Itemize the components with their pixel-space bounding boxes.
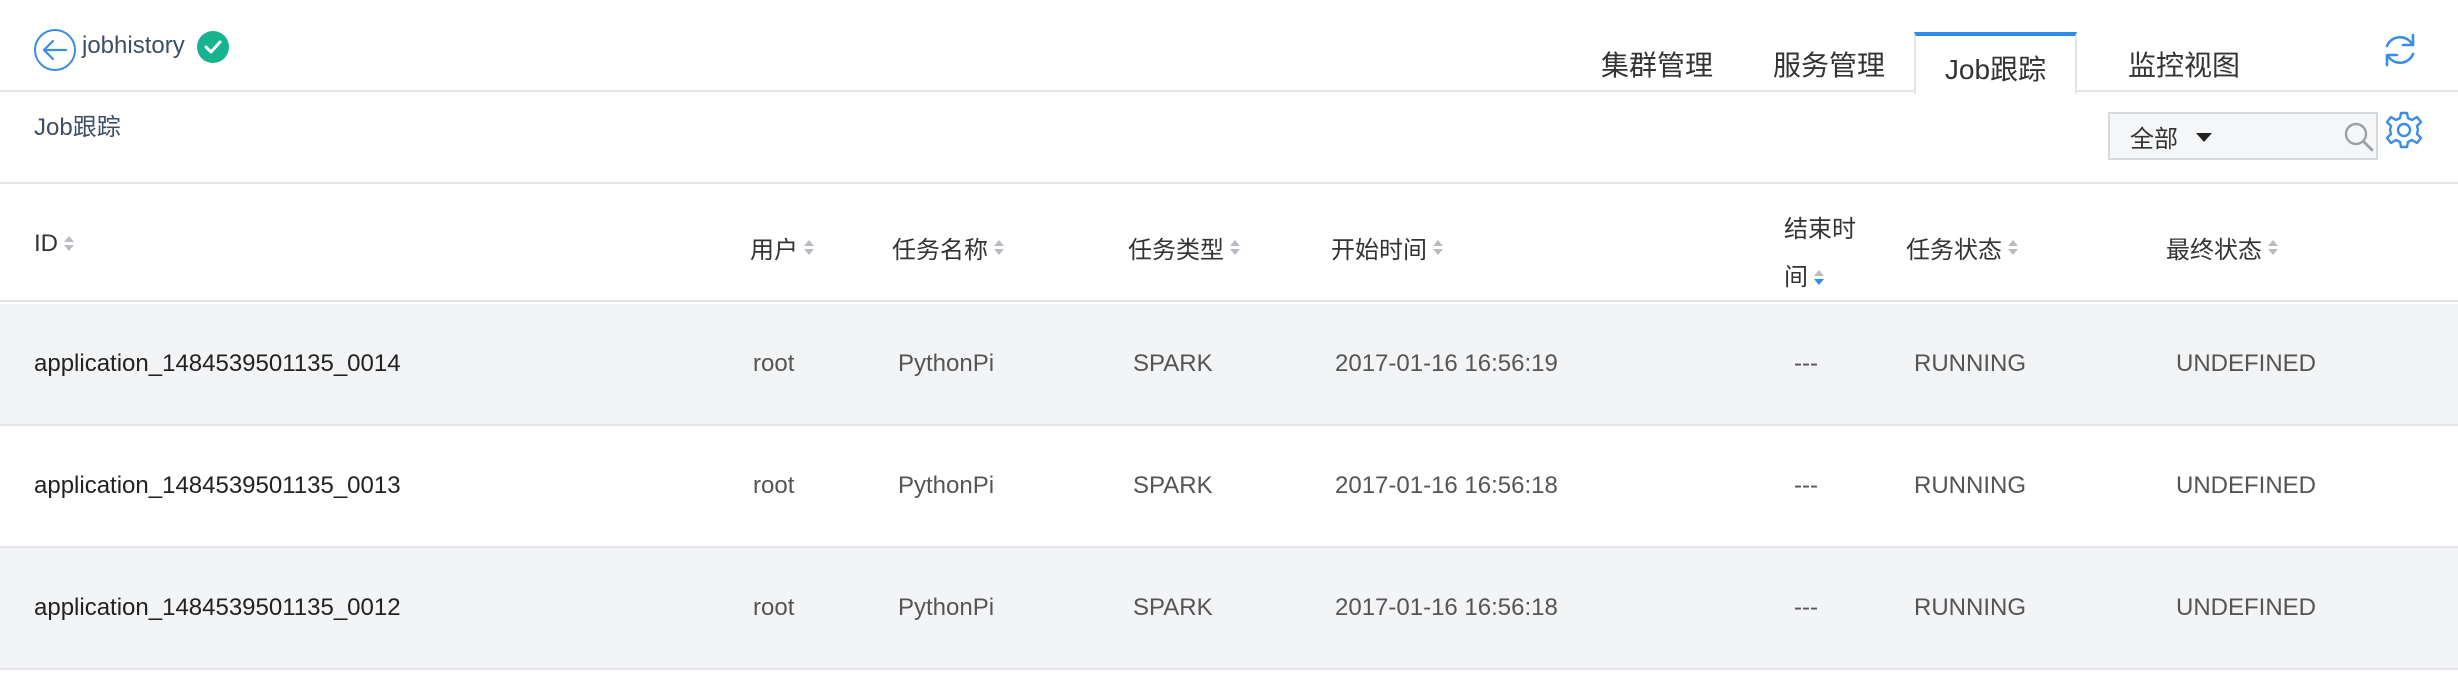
gear-icon[interactable] bbox=[2384, 110, 2424, 150]
column-label: 开始时间 bbox=[1331, 237, 1427, 264]
column-label: 任务类型 bbox=[1128, 237, 1224, 264]
table-row[interactable]: application_1484539501135_0012 root Pyth… bbox=[0, 548, 2458, 670]
cell-task-type: SPARK bbox=[1133, 472, 1213, 499]
cell-task-name: PythonPi bbox=[898, 350, 995, 377]
cell-final-status: UNDEFINED bbox=[2176, 350, 2317, 377]
tab-job-tracking[interactable]: Job跟踪 bbox=[1914, 32, 2077, 94]
sort-icon bbox=[1230, 239, 1240, 256]
cell-final-status: UNDEFINED bbox=[2176, 472, 2317, 499]
column-header-user[interactable]: 用户 bbox=[750, 230, 814, 265]
top-header: jobhistory 集群管理 服务管理 Job跟踪 监控视图 bbox=[0, 0, 2458, 94]
sort-icon bbox=[994, 239, 1004, 256]
column-header-task-status[interactable]: 任务状态 bbox=[1906, 230, 2018, 265]
cell-end-time: --- bbox=[1794, 594, 1818, 621]
column-header-end-time[interactable]: 结束时 间 bbox=[1784, 206, 1856, 302]
cell-start-time: 2017-01-16 16:56:19 bbox=[1335, 350, 1558, 377]
cell-task-name: PythonPi bbox=[898, 594, 995, 621]
app-title: jobhistory bbox=[82, 32, 185, 59]
column-header-task-type[interactable]: 任务类型 bbox=[1128, 230, 1240, 265]
column-header-id[interactable]: ID bbox=[34, 230, 74, 258]
column-header-start-time[interactable]: 开始时间 bbox=[1331, 230, 1443, 265]
cell-user: root bbox=[753, 472, 795, 499]
cell-id: application_1484539501135_0013 bbox=[34, 472, 401, 499]
cell-id: application_1484539501135_0014 bbox=[34, 350, 401, 377]
column-header-task-name[interactable]: 任务名称 bbox=[892, 230, 1004, 265]
tab-cluster-management[interactable]: 集群管理 bbox=[1601, 44, 1713, 84]
cell-task-type: SPARK bbox=[1133, 594, 1213, 621]
table-row[interactable]: application_1484539501135_0014 root Pyth… bbox=[0, 304, 2458, 426]
tab-service-management[interactable]: 服务管理 bbox=[1773, 44, 1885, 84]
cell-final-status: UNDEFINED bbox=[2176, 594, 2317, 621]
column-header-final-status[interactable]: 最终状态 bbox=[2166, 230, 2278, 265]
sort-icon bbox=[804, 239, 814, 256]
toolbar: Job跟踪 全部 bbox=[0, 92, 2458, 184]
back-arrow-icon[interactable] bbox=[34, 29, 76, 71]
breadcrumb: Job跟踪 bbox=[34, 114, 121, 141]
column-label: 最终状态 bbox=[2166, 237, 2262, 264]
column-label: 任务状态 bbox=[1906, 237, 2002, 264]
cell-start-time: 2017-01-16 16:56:18 bbox=[1335, 472, 1558, 499]
filter-search-box: 全部 bbox=[2108, 112, 2378, 160]
cell-task-status: RUNNING bbox=[1914, 594, 2026, 621]
sort-icon bbox=[1433, 239, 1443, 256]
cell-task-type: SPARK bbox=[1133, 350, 1213, 377]
search-icon[interactable] bbox=[2342, 120, 2376, 154]
cell-task-status: RUNNING bbox=[1914, 472, 2026, 499]
cell-task-status: RUNNING bbox=[1914, 350, 2026, 377]
column-label: 任务名称 bbox=[892, 237, 988, 264]
cell-user: root bbox=[753, 594, 795, 621]
sort-icon bbox=[64, 236, 74, 252]
cell-task-name: PythonPi bbox=[898, 472, 995, 499]
cell-end-time: --- bbox=[1794, 350, 1818, 377]
sort-icon bbox=[2268, 239, 2278, 256]
table-row[interactable]: application_1484539501135_0013 root Pyth… bbox=[0, 426, 2458, 548]
search-input[interactable] bbox=[2230, 114, 2342, 158]
column-label-line1: 结束时 bbox=[1784, 216, 1856, 243]
cell-end-time: --- bbox=[1794, 472, 1818, 499]
filter-selected-value: 全部 bbox=[2130, 125, 2178, 153]
caret-down-icon bbox=[2196, 133, 2212, 142]
column-label-line2: 间 bbox=[1784, 264, 1808, 291]
table-header: ID 用户 任务名称 任务类型 开始时间 结束时 间 任务状态 最终状态 bbox=[0, 186, 2458, 302]
check-icon bbox=[197, 31, 229, 63]
cell-id: application_1484539501135_0012 bbox=[34, 594, 401, 621]
cell-start-time: 2017-01-16 16:56:18 bbox=[1335, 594, 1558, 621]
cell-user: root bbox=[753, 350, 795, 377]
tab-monitoring-view[interactable]: 监控视图 bbox=[2128, 44, 2240, 84]
sort-icon bbox=[2008, 239, 2018, 256]
column-label: 用户 bbox=[750, 237, 798, 264]
refresh-icon[interactable] bbox=[2380, 30, 2420, 70]
column-label: ID bbox=[34, 230, 58, 257]
sort-icon bbox=[1814, 270, 1824, 286]
filter-select[interactable]: 全部 bbox=[2110, 114, 2230, 158]
